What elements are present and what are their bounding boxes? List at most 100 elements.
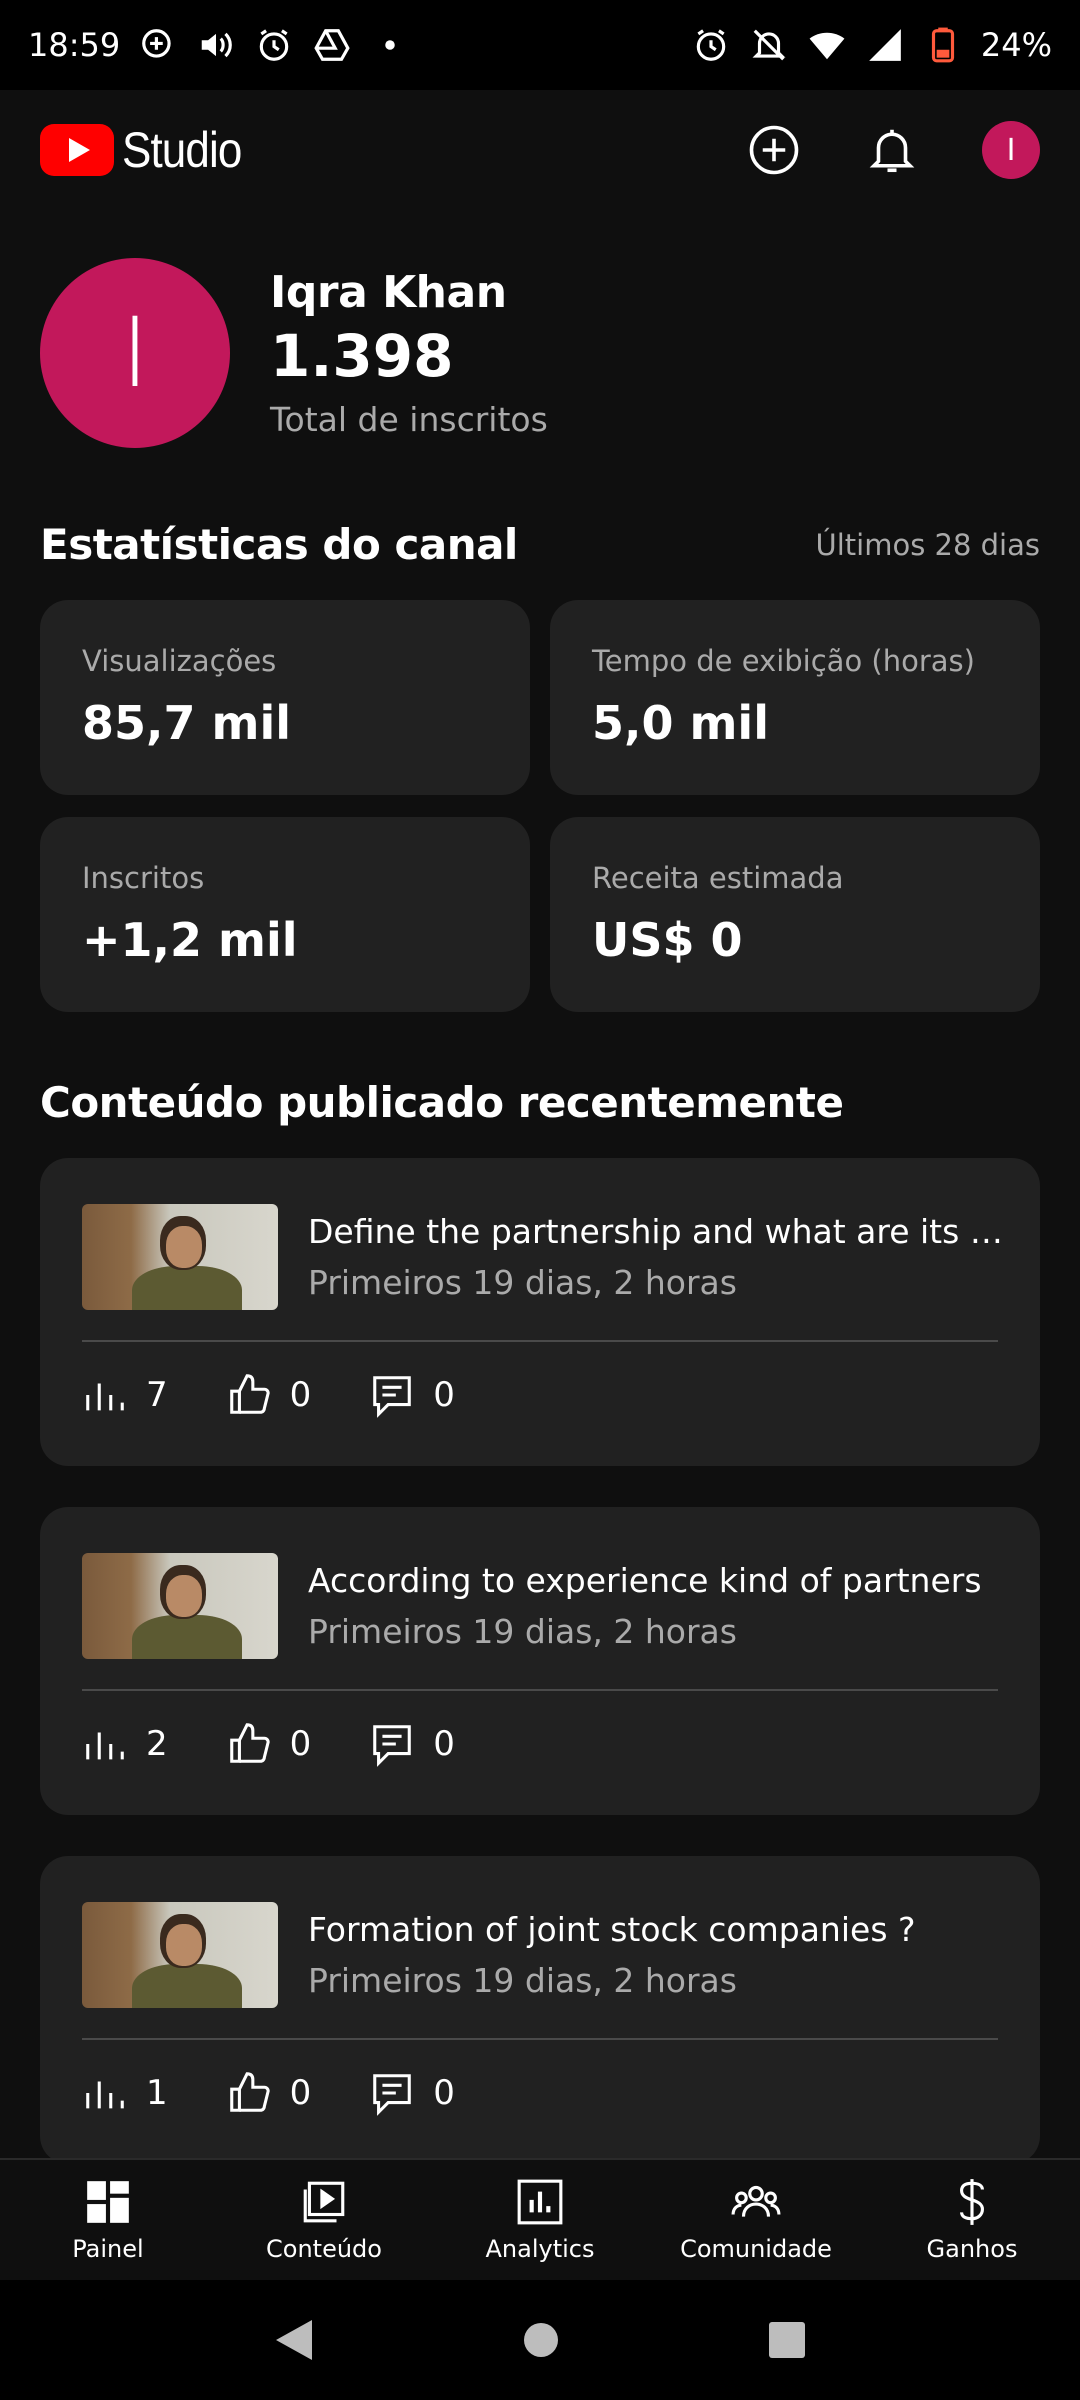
create-button[interactable]: [746, 122, 802, 178]
data-saver-icon: [138, 25, 178, 65]
stat-card-watch-time[interactable]: Tempo de exibição (horas) 5,0 mil: [550, 600, 1040, 795]
youtube-logo-icon: [40, 124, 114, 176]
bottom-navigation: Painel Conteúdo Analytics Comunidade Gan…: [0, 2158, 1080, 2280]
add-circle-icon: [749, 125, 799, 175]
video-subtitle: Primeiros 19 dias, 2 horas: [308, 1263, 737, 1302]
divider: [82, 1689, 998, 1691]
comments-count: 0: [433, 1724, 455, 1764]
back-button[interactable]: [274, 2318, 314, 2362]
stat-label: Receita estimada: [592, 861, 844, 895]
status-time: 18:59: [28, 26, 121, 64]
video-subtitle: Primeiros 19 dias, 2 horas: [308, 1961, 737, 2000]
stat-card-subscribers[interactable]: Inscritos +1,2 mil: [40, 817, 530, 1012]
bell-icon: [869, 129, 915, 173]
comments-metric: 0: [369, 2070, 455, 2116]
video-title: Formation of joint stock companies ?: [308, 1910, 916, 1949]
logo-text: Studio: [122, 122, 242, 178]
views-metric: 7: [82, 1372, 168, 1418]
stat-card-views[interactable]: Visualizações 85,7 mil: [40, 600, 530, 795]
views-count: 1: [146, 2073, 168, 2113]
video-card[interactable]: According to experience kind of partners…: [40, 1507, 1040, 1815]
views-count: 7: [146, 1375, 168, 1415]
comment-icon: [373, 1376, 412, 1418]
likes-metric: 0: [226, 1372, 312, 1418]
comments-count: 0: [433, 2073, 455, 2113]
likes-metric: 0: [226, 2070, 311, 2116]
video-title: Define the partnership and what are its …: [308, 1212, 1008, 1251]
stat-label: Inscritos: [82, 861, 205, 895]
nav-label: Ganhos: [926, 2235, 1018, 2263]
wifi-icon: [807, 25, 847, 65]
content-icon: [303, 2181, 345, 2223]
views-metric: 1: [82, 2070, 168, 2116]
dot-icon: [370, 25, 410, 65]
nav-item-content[interactable]: Conteúdo: [224, 2177, 424, 2263]
video-thumbnail: [82, 1204, 278, 1310]
stats-grid: Visualizações 85,7 mil Tempo de exibição…: [40, 600, 1040, 1012]
video-card[interactable]: Define the partnership and what are its …: [40, 1158, 1040, 1466]
account-avatar[interactable]: I: [982, 121, 1040, 179]
notifications-button[interactable]: [864, 122, 920, 178]
nav-label: Painel: [72, 2235, 144, 2263]
battery-icon: [923, 25, 963, 65]
video-card[interactable]: Formation of joint stock companies ? Pri…: [40, 1856, 1040, 2164]
likes-count: 0: [289, 1724, 312, 1764]
nav-item-community[interactable]: Comunidade: [656, 2177, 856, 2263]
silent-bell-icon: [749, 25, 789, 65]
views-metric: 2: [82, 1721, 168, 1767]
subscriber-count: 1.398: [270, 322, 454, 390]
youtube-studio-logo[interactable]: Studio: [40, 121, 258, 179]
likes-metric: 0: [226, 1721, 312, 1767]
dashboard-icon: [87, 2181, 129, 2223]
comment-icon: [373, 1725, 412, 1767]
stats-period: Últimos 28 dias: [815, 527, 1041, 562]
comments-metric: 0: [369, 1372, 455, 1418]
stat-value: 5,0 mil: [592, 696, 769, 750]
analytics-icon: [517, 2179, 563, 2225]
recent-title: Conteúdo publicado recentemente: [40, 1078, 844, 1127]
video-thumbnail: [82, 1553, 278, 1659]
signal-icon: [865, 25, 905, 65]
comment-icon: [373, 2074, 412, 2116]
channel-profile: I Iqra Khan 1.398 Total de inscritos: [40, 258, 548, 448]
alarm-icon: [254, 25, 294, 65]
stats-header: Estatísticas do canal Últimos 28 dias: [40, 520, 1040, 569]
stat-label: Tempo de exibição (horas): [592, 644, 975, 678]
home-icon: [524, 2323, 558, 2357]
nav-label: Comunidade: [680, 2235, 832, 2263]
nav-item-earn[interactable]: Ganhos: [872, 2177, 1072, 2263]
bar-chart-icon: [86, 1732, 124, 1760]
thumbs-up-icon: [229, 1374, 270, 1414]
channel-name: Iqra Khan: [270, 267, 507, 318]
comments-metric: 0: [369, 1721, 455, 1767]
drive-icon: [312, 25, 352, 65]
nav-item-dashboard[interactable]: Painel: [8, 2177, 208, 2263]
battery-percent: 24%: [980, 26, 1052, 64]
volume-icon: [196, 25, 236, 65]
back-icon: [276, 2320, 312, 2360]
home-button[interactable]: [522, 2321, 560, 2359]
recent-header: Conteúdo publicado recentemente: [40, 1078, 1040, 1127]
divider: [82, 2038, 998, 2040]
system-navigation: [0, 2280, 1080, 2400]
divider: [82, 1340, 998, 1342]
app-bar: Studio I: [0, 90, 1080, 210]
stat-value: 85,7 mil: [82, 696, 291, 750]
alarm-icon: [691, 25, 731, 65]
stat-value: +1,2 mil: [82, 913, 298, 967]
nav-label: Analytics: [485, 2235, 595, 2263]
nav-item-analytics[interactable]: Analytics: [440, 2177, 640, 2263]
likes-count: 0: [289, 1375, 312, 1415]
views-count: 2: [146, 1724, 168, 1764]
bar-chart-icon: [86, 1383, 124, 1411]
stat-card-revenue[interactable]: Receita estimada US$ 0: [550, 817, 1040, 1012]
community-icon: [731, 2185, 781, 2217]
comments-count: 0: [433, 1375, 455, 1415]
stat-value: US$ 0: [592, 913, 743, 967]
nav-label: Conteúdo: [266, 2235, 382, 2263]
video-title: According to experience kind of partners: [308, 1561, 982, 1600]
subscriber-label: Total de inscritos: [270, 400, 548, 439]
recents-button[interactable]: [768, 2321, 806, 2359]
thumbs-up-icon: [229, 2072, 270, 2112]
channel-avatar: I: [40, 258, 230, 448]
